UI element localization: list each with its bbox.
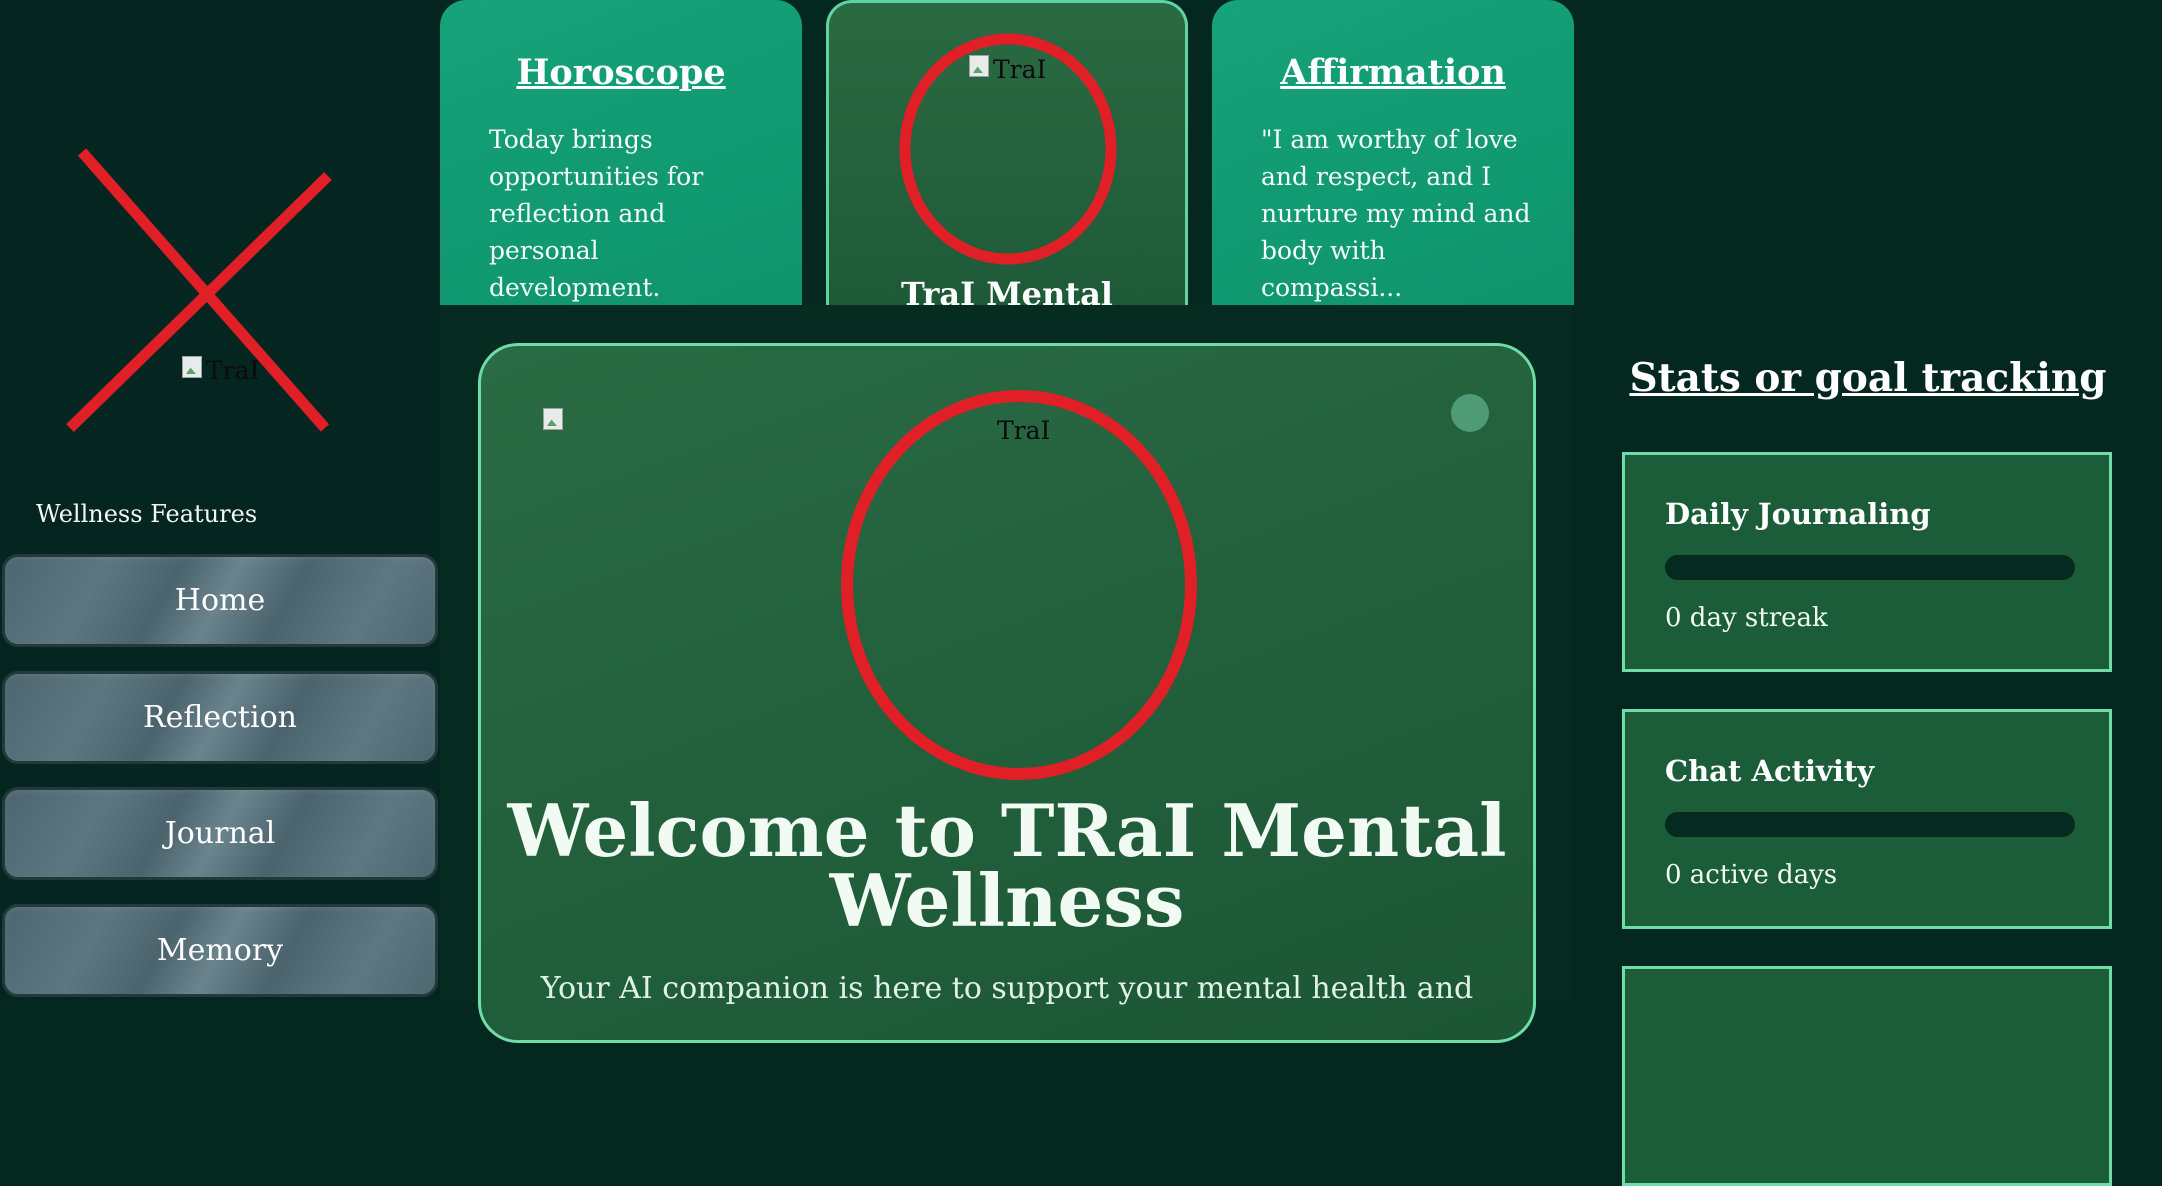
image-placeholder-icon: [969, 55, 989, 77]
broken-image-icon: TraI: [182, 356, 259, 385]
affirmation-card[interactable]: Affirmation "I am worthy of love and res…: [1212, 0, 1574, 305]
stat-title: Chat Activity: [1665, 754, 1875, 788]
top-cards-strip: Horoscope Today brings opportunities for…: [440, 0, 1574, 305]
progress-bar: [1665, 555, 2075, 580]
missing-logo-x-mark: [66, 148, 332, 432]
sidebar: TraI Wellness Features Home Reflection J…: [0, 0, 440, 1001]
nav-reflection-button[interactable]: Reflection: [2, 671, 438, 764]
broken-image-icon: TraI: [969, 55, 1046, 84]
status-dot-icon: [1451, 394, 1489, 432]
stat-value: 0 day streak: [1665, 603, 1828, 633]
stat-card-daily-journaling: Daily Journaling 0 day streak: [1622, 452, 2112, 672]
stat-value: 0 active days: [1665, 860, 1838, 890]
center-image-alt-text: TraI: [993, 55, 1047, 84]
affirmation-title[interactable]: Affirmation: [1212, 52, 1574, 93]
affirmation-text: "I am worthy of love and respect, and I …: [1261, 125, 1531, 302]
stats-section-title[interactable]: Stats or goal tracking: [1574, 355, 2162, 401]
welcome-title: Welcome to TRaI Mental Wellness: [507, 788, 1507, 943]
nav-home-button[interactable]: Home: [2, 554, 438, 647]
progress-bar: [1665, 812, 2075, 837]
stat-card-partial: [1622, 966, 2112, 1186]
horoscope-text: Today brings opportunities for reflectio…: [489, 125, 704, 302]
horoscope-title[interactable]: Horoscope: [440, 52, 802, 93]
image-placeholder-icon: [182, 356, 202, 378]
welcome-center-image-alt: TraI: [997, 416, 1051, 445]
missing-image-circle-mark: [899, 33, 1117, 265]
trai-center-card[interactable]: TraI TraI Mental: [826, 0, 1188, 305]
horoscope-card[interactable]: Horoscope Today brings opportunities for…: [440, 0, 802, 305]
nav-memory-button[interactable]: Memory: [2, 904, 438, 997]
sidebar-logo: TraI: [60, 140, 340, 440]
welcome-card: TraI Welcome to TRaI Mental Wellness You…: [478, 343, 1536, 1043]
stat-card-chat-activity: Chat Activity 0 active days: [1622, 709, 2112, 929]
missing-image-circle-mark: [841, 390, 1197, 780]
stat-title: Daily Journaling: [1665, 497, 1931, 531]
center-card-title: TraI Mental: [901, 275, 1113, 305]
logo-alt-text: TraI: [206, 356, 260, 385]
section-label-wellness-features: Wellness Features: [36, 500, 258, 528]
nav-journal-button[interactable]: Journal: [2, 787, 438, 880]
broken-image-icon: TraI: [997, 416, 1050, 445]
